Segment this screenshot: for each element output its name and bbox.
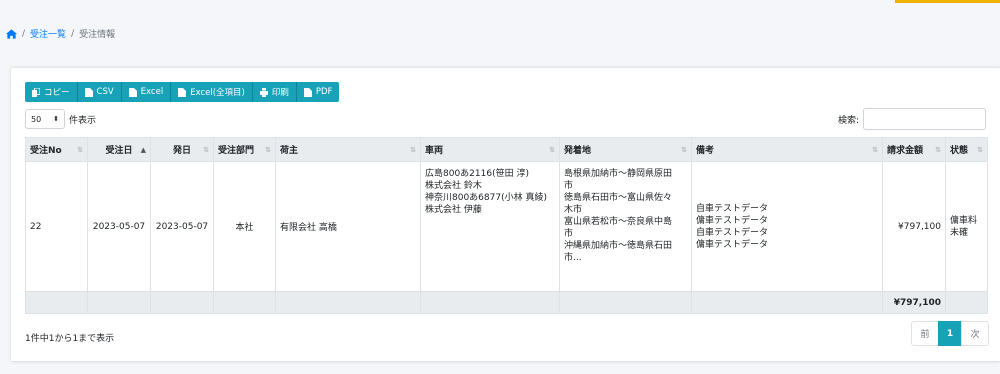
- pagination-next[interactable]: 次: [961, 321, 989, 346]
- col-header-vehicle[interactable]: 車両 ⇅: [420, 137, 560, 162]
- print-icon: [259, 87, 268, 97]
- col-header-status[interactable]: 状態 ⇅: [945, 137, 988, 162]
- cell-shipper: 有限会社 高橋: [275, 161, 421, 292]
- cell-ship-date: 2023-05-07: [150, 161, 214, 292]
- search-label: 検索:: [837, 115, 859, 126]
- copy-button-label: コピー: [44, 88, 70, 98]
- col-header-note[interactable]: 備考 ⇅: [691, 137, 883, 162]
- col-header-ship-date[interactable]: 発日 ⇅: [150, 137, 214, 162]
- excel-button[interactable]: Excel: [121, 82, 172, 102]
- col-header-order-no[interactable]: 受注No ⇅: [25, 137, 88, 162]
- table-total-row: ¥797,100: [25, 291, 988, 314]
- file-icon: [128, 87, 137, 97]
- orders-table: 受注No ⇅ 受注日 ▲ 発日 ⇅ 受注部門 ⇅ 荷主 ⇅ 車両 ⇅ 発着地 ⇅ 備考 ⇅ 請求…: [25, 137, 988, 314]
- page-length-select[interactable]: 50 ⬍: [25, 109, 65, 129]
- page-length-label: 件表示: [69, 115, 97, 126]
- cell-route: 島根県加納市～静岡県原田 市 徳島県石田市～富山県佐々 木市 富山県若松市～奈良…: [559, 161, 692, 292]
- table-row[interactable]: 22 2023-05-07 2023-05-07 本社 有限会社 高橋 広島80…: [25, 161, 988, 292]
- cell-order-no: 22: [25, 161, 88, 292]
- col-header-shipper[interactable]: 荷主 ⇅: [275, 137, 421, 162]
- sort-icon: ⇅: [410, 146, 416, 154]
- pdf-button-label: PDF: [315, 87, 333, 97]
- copy-button[interactable]: コピー: [25, 82, 78, 102]
- file-icon: [303, 87, 312, 97]
- pagination-prev[interactable]: 前: [911, 321, 939, 346]
- col-header-order-date[interactable]: 受注日 ▲: [87, 137, 151, 162]
- print-button-label: 印刷: [271, 88, 289, 98]
- excel-button-label: Excel: [140, 87, 164, 97]
- home-icon[interactable]: [6, 28, 17, 39]
- copy-icon: [32, 87, 40, 97]
- total-amount: ¥797,100: [882, 291, 946, 314]
- top-accent-bar: [895, 0, 1000, 3]
- col-header-route[interactable]: 発着地 ⇅: [559, 137, 692, 162]
- print-button[interactable]: 印刷: [252, 82, 297, 102]
- pagination-page-1[interactable]: 1: [938, 321, 962, 346]
- file-icon: [84, 87, 93, 97]
- order-card: コピー CSV Excel Excel(全項目) 印刷 PDF 50 ⬍ 件表示: [11, 67, 1000, 361]
- excel-all-button[interactable]: Excel(全項目): [171, 82, 253, 102]
- cell-vehicle: 広島800あ2116(笹田 淳) 株式会社 鈴木 神奈川800あ6877(小林 …: [420, 161, 560, 292]
- table-info: 1件中1から1まで表示: [25, 334, 115, 344]
- sort-icon: ⇅: [265, 146, 271, 154]
- sort-icon: ⇅: [77, 146, 83, 154]
- cell-note: 自車テストデータ 傭車テストデータ 自車テストデータ 傭車テストデータ: [691, 161, 883, 292]
- sort-asc-icon: ▲: [140, 146, 146, 154]
- sort-icon: ⇅: [203, 146, 209, 154]
- breadcrumb: / 受注一覧 / 受注情報: [6, 27, 115, 40]
- sort-icon: ⇅: [872, 146, 878, 154]
- page-length-control: 50 ⬍ 件表示: [25, 109, 96, 129]
- sort-icon: ⇅: [549, 146, 555, 154]
- csv-button[interactable]: CSV: [77, 82, 122, 102]
- search-control: 検索:: [838, 108, 986, 130]
- sort-icon: ⇅: [977, 146, 983, 154]
- search-input[interactable]: [863, 108, 986, 130]
- cell-amount: ¥797,100: [882, 161, 946, 292]
- cell-status: 傭車料 未確: [945, 161, 988, 292]
- cell-order-date: 2023-05-07: [87, 161, 151, 292]
- page-length-value: 50: [31, 114, 42, 124]
- pdf-button[interactable]: PDF: [296, 82, 340, 102]
- table-header-row: 受注No ⇅ 受注日 ▲ 発日 ⇅ 受注部門 ⇅ 荷主 ⇅ 車両 ⇅ 発着地 ⇅ 備考 ⇅ 請求…: [25, 137, 988, 162]
- col-header-dept[interactable]: 受注部門 ⇅: [213, 137, 276, 162]
- breadcrumb-current: 受注情報: [79, 30, 116, 40]
- breadcrumb-separator: /: [71, 28, 75, 39]
- file-icon: [178, 87, 187, 97]
- csv-button-label: CSV: [96, 87, 114, 97]
- breadcrumb-order-list-link[interactable]: 受注一覧: [30, 27, 66, 40]
- sort-icon: ⇅: [681, 146, 687, 154]
- sort-updown-icon: ⬍: [53, 114, 59, 123]
- export-toolbar: コピー CSV Excel Excel(全項目) 印刷 PDF: [25, 82, 340, 102]
- sort-icon: ⇅: [935, 146, 941, 154]
- excel-all-button-label: Excel(全項目): [190, 88, 245, 98]
- col-header-amount[interactable]: 請求金額 ⇅: [882, 137, 946, 162]
- breadcrumb-separator: /: [22, 28, 26, 39]
- cell-dept: 本社: [213, 161, 276, 292]
- pagination: 前 1 次: [911, 321, 989, 346]
